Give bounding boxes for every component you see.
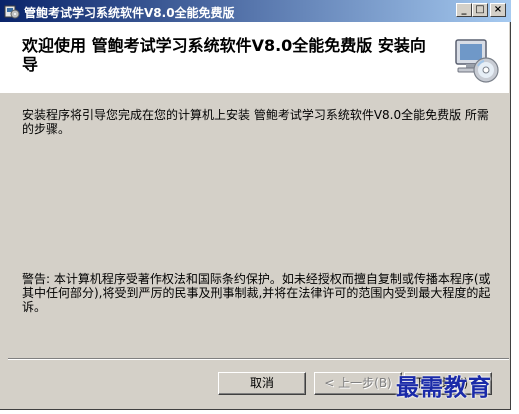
wizard-header: 欢迎使用 管鲍考试学习系统软件V8.0全能免费版 安装向导 [0, 22, 509, 93]
title-bar[interactable]: 管鲍考试学习系统软件V8.0全能免费版 _ □ × [0, 0, 511, 22]
header-divider [0, 92, 509, 93]
footer-divider-highlight [8, 359, 509, 360]
intro-text: 安装程序将引导您完成在您的计算机上安装 管鲍考试学习系统软件V8.0全能免费版 … [22, 108, 489, 136]
close-icon: × [493, 4, 503, 15]
wizard-title: 欢迎使用 管鲍考试学习系统软件V8.0全能免费版 安装向导 [22, 36, 426, 74]
installer-window: 管鲍考试学习系统软件V8.0全能免费版 _ □ × 欢迎使用 管鲍考试学习系统软… [0, 0, 511, 410]
minimize-icon: _ [461, 4, 467, 15]
cancel-button[interactable]: 取消 [218, 372, 306, 395]
maximize-button[interactable]: □ [472, 3, 488, 17]
installer-app-icon [4, 3, 20, 19]
copyright-warning-text: 警告: 本计算机程序受著作权法和国际条约保护。如未经授权而擅自复制或传播本程序(… [22, 272, 491, 314]
minimize-button[interactable]: _ [456, 3, 472, 17]
watermark-logo: 最需教育 [396, 374, 492, 401]
computer-cd-icon [452, 36, 500, 84]
maximize-icon: □ [475, 4, 485, 15]
close-button[interactable]: × [490, 3, 506, 17]
window-title: 管鲍考试学习系统软件V8.0全能免费版 [24, 6, 235, 20]
back-button[interactable]: < 上一步(B) [314, 372, 402, 395]
